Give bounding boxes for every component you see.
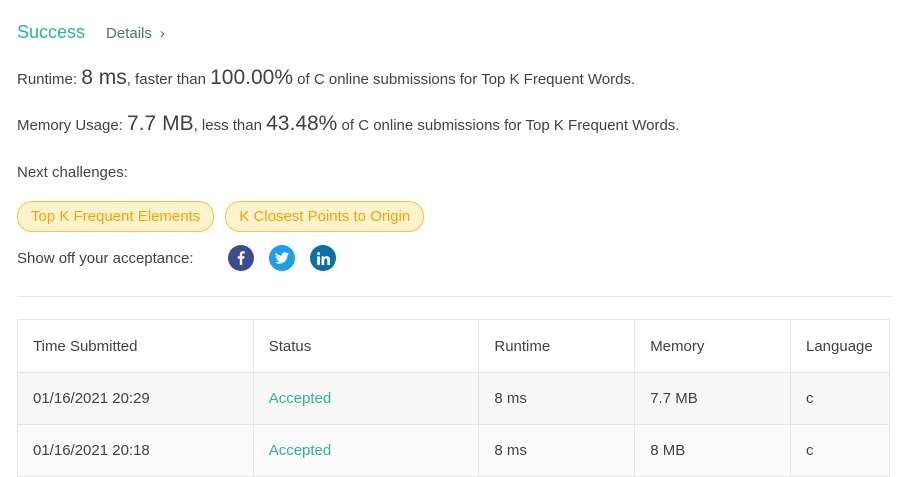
next-challenges-list: Top K Frequent Elements K Closest Points… <box>17 201 435 232</box>
memory-tail: of C online submissions for Top K Freque… <box>337 117 680 134</box>
memory-label: Memory Usage: <box>17 117 128 134</box>
runtime-cell: 8 ms <box>478 424 636 477</box>
accepted-link[interactable]: Accepted <box>269 442 332 459</box>
runtime-tail: of C online submissions for Top K Freque… <box>293 71 636 88</box>
memory-cell: 8 MB <box>634 424 791 477</box>
column-header: Memory <box>634 319 791 373</box>
language-cell: c <box>790 424 890 477</box>
details-label: Details <box>106 25 152 42</box>
memory-line: Memory Usage: 7.7 MB, less than 43.48% o… <box>17 112 679 136</box>
time-submitted-cell: 01/16/2021 20:29 <box>17 372 254 425</box>
status-cell: Accepted <box>252 424 480 477</box>
table-header-row: Time Submitted Status Runtime Memory Lan… <box>17 319 890 373</box>
memory-value: 7.7 MB <box>127 112 194 135</box>
column-header: Runtime <box>478 319 636 373</box>
runtime-percent: 100.00% <box>210 66 294 89</box>
language-cell: c <box>790 372 890 425</box>
details-link[interactable]: Details › <box>106 25 165 42</box>
column-header: Time Submitted <box>17 319 254 373</box>
time-submitted-cell: 01/16/2021 20:18 <box>17 424 254 477</box>
result-header: Success Details › <box>17 22 165 43</box>
table-row: 01/16/2021 20:18 Accepted 8 ms 8 MB c <box>17 424 890 477</box>
twitter-icon[interactable] <box>269 245 295 271</box>
runtime-mid: , faster than <box>126 71 211 88</box>
runtime-line: Runtime: 8 ms, faster than 100.00% of C … <box>17 66 635 90</box>
share-row: Show off your acceptance: <box>17 245 351 271</box>
share-label: Show off your acceptance: <box>17 249 194 267</box>
submissions-table: Time Submitted Status Runtime Memory Lan… <box>17 319 890 477</box>
linkedin-icon[interactable] <box>310 245 336 271</box>
challenge-chip[interactable]: Top K Frequent Elements <box>17 201 215 232</box>
accepted-link[interactable]: Accepted <box>269 390 332 407</box>
chevron-right-icon: › <box>159 25 165 42</box>
runtime-cell: 8 ms <box>478 372 636 425</box>
column-header: Status <box>252 319 480 373</box>
status-success: Success <box>17 22 86 42</box>
memory-percent: 43.48% <box>266 112 338 135</box>
memory-cell: 7.7 MB <box>634 372 791 425</box>
next-challenges-label: Next challenges: <box>17 164 128 181</box>
runtime-label: Runtime: <box>17 71 82 88</box>
divider <box>17 296 892 297</box>
facebook-icon[interactable] <box>228 245 254 271</box>
runtime-value: 8 ms <box>81 66 127 89</box>
challenge-chip[interactable]: K Closest Points to Origin <box>225 201 425 232</box>
table-row: 01/16/2021 20:29 Accepted 8 ms 7.7 MB c <box>17 372 890 425</box>
status-cell: Accepted <box>252 372 480 425</box>
column-header: Language <box>790 319 890 373</box>
memory-mid: , less than <box>193 117 267 134</box>
